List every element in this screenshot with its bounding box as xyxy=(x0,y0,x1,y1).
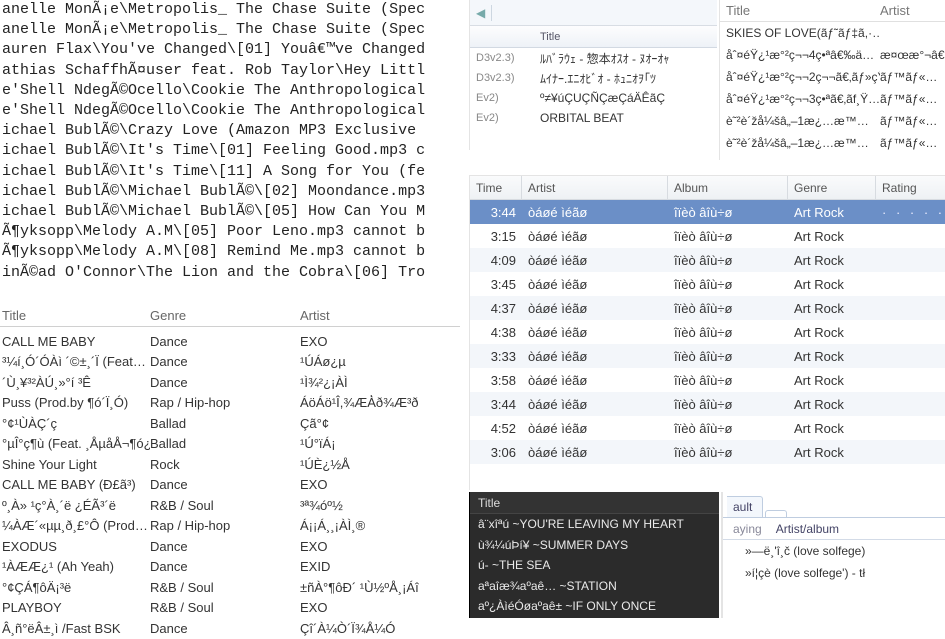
list-item[interactable]: aº¿ÀìéÓøaºaê± ~IF ONLY ONCE xyxy=(470,596,719,617)
table-row[interactable]: 3:06òáøé ìéãøîïèò âîù÷øArt Rock xyxy=(470,440,945,464)
table-row[interactable]: åˆ¤éŸ¿¹æ°²ç¬¬3ç•ªã€‚ãf¸Ÿ…ãƒ™ãƒ«… xyxy=(720,88,945,110)
table-row[interactable]: SKIES OF LOVE(ãƒ˜ãƒ‡ã,·… xyxy=(720,22,945,44)
col-title[interactable]: Title xyxy=(534,31,717,43)
col-genre[interactable]: Genre xyxy=(150,308,300,323)
list-item[interactable]: D3v2.3)ﾑｲﾅｰ.ｴﾆｵﾋﾞｵ - ﾎｭﾆｵｦ｢ﾂ xyxy=(470,68,717,88)
table-row[interactable]: 3:44òáøé ìéãøîïèò âîù÷øArt Rock xyxy=(470,392,945,416)
list-item[interactable]: aªaîæ¾aºaê… ~STATION xyxy=(470,576,719,597)
list-item[interactable]: »—ë¸'î¸č (love solfege) xyxy=(723,540,945,562)
col-genre[interactable]: Genre xyxy=(788,176,876,199)
col-album[interactable]: Album xyxy=(668,176,788,199)
back-icon[interactable]: ◀ xyxy=(476,6,485,20)
table-row[interactable]: è˜²è´žå¼šâ„–1æ¿…æ™…ãƒ™ãƒ«… xyxy=(720,110,945,132)
table-row[interactable]: EXODUSDanceEXO xyxy=(0,536,460,557)
list-item[interactable]: Ev2)ORBITAL BEAT xyxy=(470,108,717,128)
table-row[interactable]: 3:15òáøé ìéãøîïèò âîù÷øArt Rock xyxy=(470,224,945,248)
table-row[interactable]: 4:38òáøé ìéãøîïèò âîù÷øArt Rock xyxy=(470,320,945,344)
subtab-playing[interactable]: aying xyxy=(733,522,762,536)
table-row[interactable]: 3:45òáøé ìéãøîïèò âîù÷øArt Rock xyxy=(470,272,945,296)
list-item[interactable]: â¨xîªú ~YOU'RE LEAVING MY HEART xyxy=(470,514,719,535)
jp-tag-list: ◀ Title D3v2.3)ﾙﾊﾞﾗｳｪ - 惣本ｵｽｵ - ﾇｵｰｵｬD3v… xyxy=(469,0,717,150)
table-row[interactable]: Â¸ñ°ëÂ±¸ì /Fast BSKDanceÇî´À¼Ò´Ï¾Å¼Ó xyxy=(0,618,460,639)
tab-blank[interactable] xyxy=(765,510,787,517)
songs-table: Time Artist Album Genre Rating 3:44òáøé … xyxy=(469,175,945,490)
table-row[interactable]: 4:52òáøé ìéãøîïèò âîù÷øArt Rock xyxy=(470,416,945,440)
table-row[interactable]: åˆ¤éŸ¿¹æ°²ç¬¬2ç¬¬ã€‚ãƒ»çŸ…ãƒ™ãƒ«… xyxy=(720,66,945,88)
col-title[interactable]: Title xyxy=(0,308,150,323)
table-row[interactable]: ´Ù¸¥³²ÀÚ¸»°í ³ÊDance¹Ì¾²¿¡ÀÌ xyxy=(0,372,460,393)
table-row[interactable]: °¢¹ÙÀÇ´çBalladÇã°¢ xyxy=(0,413,460,434)
col-artist-album[interactable]: Artist/album xyxy=(776,522,839,536)
dark-title-list: Title â¨xîªú ~YOU'RE LEAVING MY HEARTù¾¼… xyxy=(469,492,719,618)
tab-ault[interactable]: ault xyxy=(727,496,763,517)
col-title[interactable]: Title xyxy=(470,492,719,514)
table-row[interactable]: CALL ME BABY (Ð£ã³)DanceEXO xyxy=(0,475,460,496)
table-row[interactable]: Shine Your LightRock¹ÚÈ¿½Å xyxy=(0,454,460,475)
table-row[interactable]: 4:37òáøé ìéãøîïèò âîù÷øArt Rock xyxy=(470,296,945,320)
table-row[interactable]: ³¼í¸Ó´ÓÀì ´©±¸´Ï (Feat…Dance¹ÚÁø¿µ xyxy=(0,352,460,373)
table-row[interactable]: ¹ÀÆÆ¿¹ (Ah Yeah)DanceEXID xyxy=(0,557,460,578)
artist-album-panel: ault aying Artist/album »—ë¸'î¸č (love s… xyxy=(721,492,945,618)
title-artist-table: Title Artist SKIES OF LOVE(ãƒ˜ãƒ‡ã,·…åˆ¤… xyxy=(719,0,945,160)
table-row[interactable]: 4:09òáøé ìéãøîïèò âîù÷øArt Rock xyxy=(470,248,945,272)
table-row[interactable]: 3:58òáøé ìéãøîïèò âîù÷øArt Rock xyxy=(470,368,945,392)
col-title[interactable]: Title xyxy=(720,3,880,18)
table-row[interactable]: °¢ÇÁ¶ôÄ¡³ëR&B / Soul±ñÀ°¶ôÐ´ ¹Ù½ºÅ¸¡Áî xyxy=(0,577,460,598)
list-item[interactable]: »í¦çè (love solfege') - tł xyxy=(723,562,945,584)
table-row[interactable]: CALL ME BABYDanceEXO xyxy=(0,331,460,352)
col-artist[interactable]: Artist xyxy=(300,308,460,323)
list-item[interactable]: Ev2)º≠¥úÇUÇÑÇæÇáÄÊãÇ xyxy=(470,88,717,108)
table-row[interactable]: º¸À» ¹ç°À¸´ë ¿ÉÃ³´ëR&B / Soul³ª¾óº½ xyxy=(0,495,460,516)
list-item[interactable]: ù¾¼úÞí¥ ~SUMMER DAYS xyxy=(470,535,719,556)
list-item[interactable]: D3v2.3)ﾙﾊﾞﾗｳｪ - 惣本ｵｽｵ - ﾇｵｰｵｬ xyxy=(470,48,717,68)
col-artist[interactable]: Artist xyxy=(522,176,668,199)
col-rating[interactable]: Rating xyxy=(876,176,945,199)
col-time[interactable]: Time xyxy=(470,176,522,199)
list-item[interactable]: ú- ~THE SEA xyxy=(470,555,719,576)
table-row[interactable]: Puss (Prod.by ¶ó´Ï¸Ó)Rap / Hip-hopÁöÁö¹Î… xyxy=(0,393,460,414)
col-artist[interactable]: Artist xyxy=(880,3,945,18)
table-row[interactable]: ¼ÀÆ´«µµ¸ð¸£°Ô (Prod…Rap / Hip-hopÁ¡¡Á¸¸¡… xyxy=(0,516,460,537)
mojibake-log: anelle MonÃ¡e\Metropolis_ The Chase Suit… xyxy=(0,0,460,283)
title-genre-artist-table: Title Genre Artist CALL ME BABYDanceEXO³… xyxy=(0,308,460,639)
table-row[interactable]: PLAYBOYR&B / SoulEXO xyxy=(0,598,460,619)
table-row[interactable]: è˜²è´žå¼šâ„–1æ¿…æ™…ãƒ™ãƒ«… xyxy=(720,132,945,154)
table-row[interactable]: 3:44òáøé ìéãøîïèò âîù÷øArt Rock· · · · · xyxy=(470,200,945,224)
table-row[interactable]: °µÎ°ç¶ù (Feat. ¸ÅµåÅ¬¶ó¿î…Ballad¹Ú°ïÁ¡ xyxy=(0,434,460,455)
table-row[interactable]: 3:33òáøé ìéãøîïèò âîù÷øArt Rock xyxy=(470,344,945,368)
table-row[interactable]: åˆ¤éŸ¿¹æ°²ç¬¬4ç•ªâ€‰ä…æ¤œæ°¬â€¦ xyxy=(720,44,945,66)
